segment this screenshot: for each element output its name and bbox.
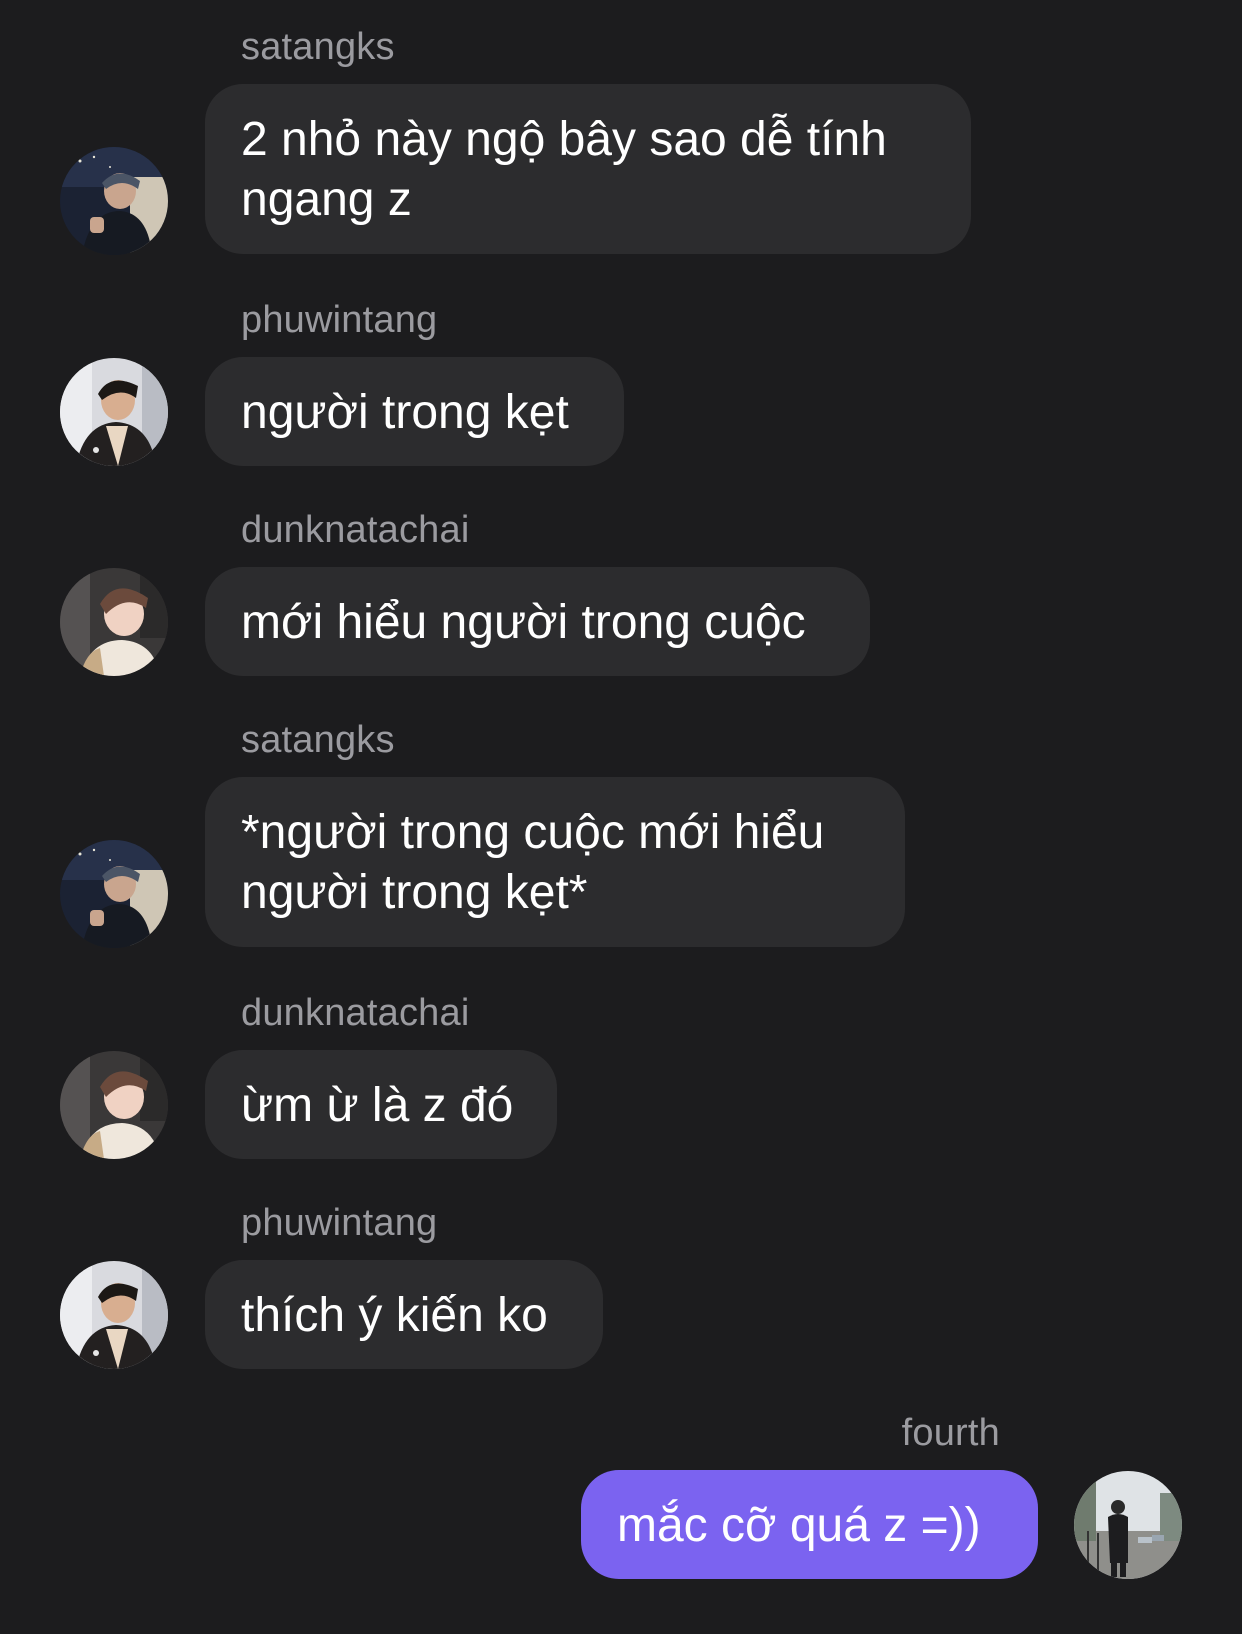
- avatar-satangks[interactable]: [60, 147, 168, 255]
- sender-name[interactable]: fourth: [902, 1411, 1000, 1455]
- sender-name[interactable]: satangks: [241, 25, 395, 69]
- message-bubble[interactable]: người trong kẹt: [205, 357, 624, 466]
- message-bubble[interactable]: thích ý kiến ko: [205, 1260, 603, 1369]
- avatar-fourth[interactable]: [1074, 1471, 1182, 1579]
- message-bubble[interactable]: *người trong cuộc mới hiểu người trong k…: [205, 777, 905, 947]
- avatar-phuwintang[interactable]: [60, 1261, 168, 1369]
- message-bubble[interactable]: mới hiểu người trong cuộc: [205, 567, 870, 676]
- message-bubble[interactable]: 2 nhỏ này ngộ bây sao dễ tính ngang z: [205, 84, 971, 254]
- avatar-satangks[interactable]: [60, 840, 168, 948]
- message-bubble[interactable]: ừm ừ là z đó: [205, 1050, 557, 1159]
- avatar-dunknatachai[interactable]: [60, 1051, 168, 1159]
- sender-name[interactable]: phuwintang: [241, 298, 437, 342]
- avatar-dunknatachai[interactable]: [60, 568, 168, 676]
- chat-thread[interactable]: satangks 2 nhỏ này ngộ bây sao dễ tính n…: [0, 0, 1242, 1634]
- sender-name[interactable]: dunknatachai: [241, 991, 469, 1035]
- message-bubble[interactable]: mắc cỡ quá z =)): [581, 1470, 1038, 1579]
- sender-name[interactable]: phuwintang: [241, 1201, 437, 1245]
- sender-name[interactable]: satangks: [241, 718, 395, 762]
- avatar-phuwintang[interactable]: [60, 358, 168, 466]
- sender-name[interactable]: dunknatachai: [241, 508, 469, 552]
